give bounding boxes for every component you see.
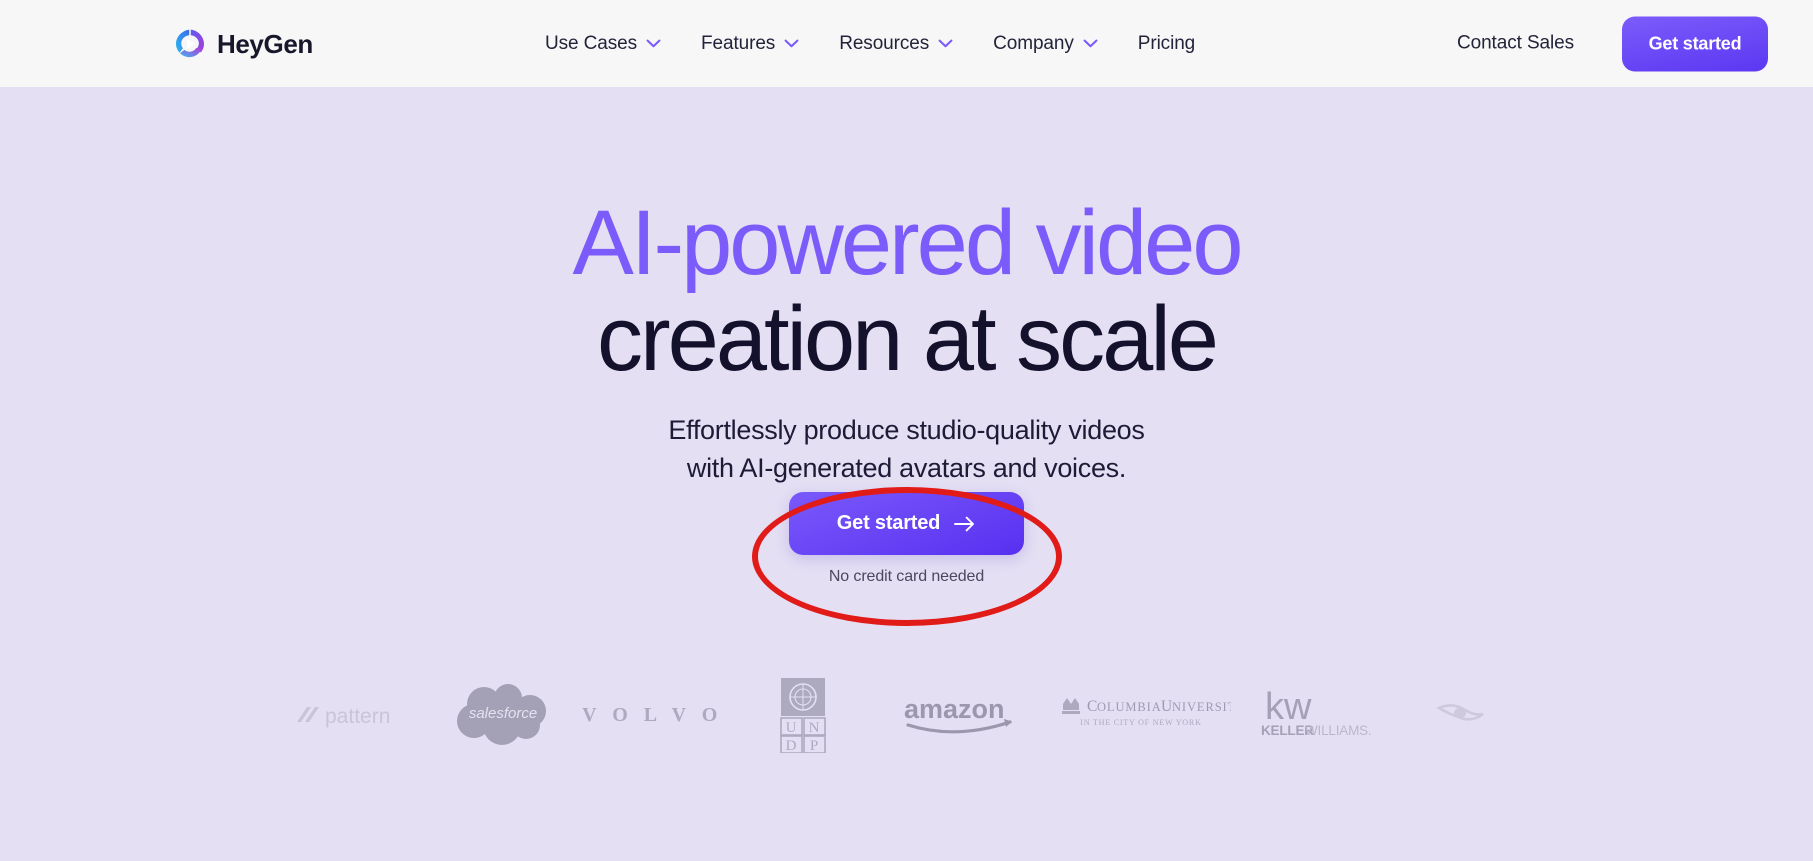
customer-logo-strip: pattern salesforce V O L V O U N D P ama…	[0, 670, 1813, 760]
nav-item-label: Company	[993, 32, 1074, 54]
svg-text:P: P	[809, 738, 817, 753]
nav-item-label: Features	[701, 32, 776, 54]
header-actions: Contact Sales Get started	[1457, 16, 1813, 71]
hero-subheadline: Effortlessly produce studio-quality vide…	[0, 411, 1813, 488]
hero-section: AI-powered video creation at scale Effor…	[0, 87, 1813, 861]
arrow-right-icon	[954, 516, 976, 532]
subheadline-line-1: Effortlessly produce studio-quality vide…	[668, 415, 1145, 445]
nav-item-label: Pricing	[1137, 32, 1196, 54]
chevron-down-icon	[1083, 39, 1098, 48]
hero-get-started-button[interactable]: Get started	[789, 492, 1024, 555]
page-title: AI-powered video creation at scale	[0, 197, 1813, 385]
columbia-logo-icon: C OLUMBIA U NIVERSITY IN THE CITY OF NEW…	[1046, 670, 1236, 760]
svg-text:NIVERSITY: NIVERSITY	[1172, 700, 1231, 714]
hero-cta-label: Get started	[836, 512, 941, 534]
heygen-play-logo-icon	[174, 28, 206, 60]
svg-text:N: N	[808, 720, 819, 736]
svg-text:U: U	[785, 720, 796, 736]
nav-item-use-cases[interactable]: Use Cases	[545, 33, 661, 55]
hero-cta-group: Get started No credit card needed	[0, 492, 1813, 586]
svg-text:kw: kw	[1265, 686, 1312, 728]
keller-williams-logo-icon: kw KELLER WILLIAMS.	[1236, 670, 1386, 760]
subheadline-line-2: with AI-generated avatars and voices.	[686, 453, 1127, 484]
chevron-down-icon	[784, 39, 799, 48]
nav-item-label: Resources	[839, 32, 930, 54]
nvidia-logo-icon	[1386, 670, 1536, 760]
nav-item-pricing[interactable]: Pricing	[1138, 33, 1195, 55]
svg-text:IN THE CITY OF NEW YORK: IN THE CITY OF NEW YORK	[1080, 718, 1201, 727]
pattern-logo-icon: pattern	[278, 670, 428, 760]
chevron-down-icon	[646, 39, 661, 48]
brand-logo[interactable]: HeyGen	[174, 28, 313, 60]
svg-text:OLUMBIA: OLUMBIA	[1097, 700, 1162, 714]
nav-item-features[interactable]: Features	[701, 33, 799, 55]
nav-item-label: Use Cases	[545, 32, 638, 54]
site-header: HeyGen Use Cases Features Resources Comp…	[0, 0, 1813, 87]
salesforce-logo-icon: salesforce	[428, 670, 578, 760]
cta-note: No credit card needed	[828, 568, 985, 585]
header-get-started-button[interactable]: Get started	[1622, 16, 1768, 71]
undp-logo-icon: U N D P	[728, 670, 878, 760]
svg-text:pattern: pattern	[325, 705, 390, 728]
volvo-logo-icon: V O L V O	[578, 670, 728, 760]
contact-sales-link[interactable]: Contact Sales	[1457, 33, 1574, 55]
volvo-logo-text: V O L V O	[582, 703, 723, 726]
svg-text:salesforce: salesforce	[468, 705, 536, 722]
primary-nav: Use Cases Features Resources Company Pri	[545, 33, 1195, 55]
svg-text:WILLIAMS.: WILLIAMS.	[1305, 723, 1371, 738]
headline-line-accent: AI-powered video	[572, 192, 1244, 294]
amazon-logo-icon: amazon	[878, 670, 1046, 760]
brand-name: HeyGen	[217, 28, 313, 59]
svg-text:D: D	[785, 738, 796, 753]
chevron-down-icon	[938, 39, 953, 48]
nav-item-resources[interactable]: Resources	[839, 33, 953, 55]
nav-item-company[interactable]: Company	[993, 33, 1098, 55]
svg-text:amazon: amazon	[904, 694, 1005, 724]
headline-line-dark: creation at scale	[597, 288, 1219, 390]
